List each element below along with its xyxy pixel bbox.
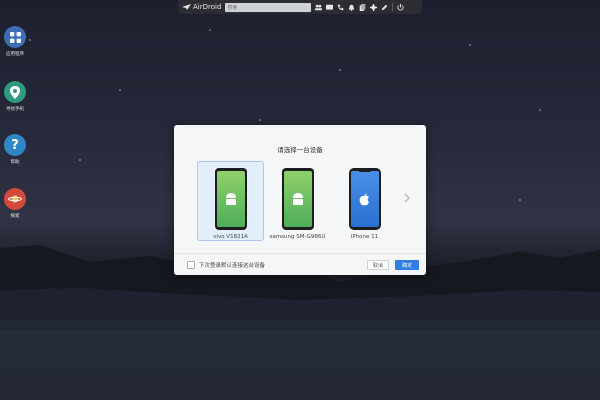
select-device-dialog: 请选择一台设备 vivo V1821A samsung SM-G986U iPh… xyxy=(174,125,426,275)
device-card-samsung[interactable]: samsung SM-G986U xyxy=(264,161,331,241)
chevron-right-icon[interactable] xyxy=(403,193,411,203)
desktop-item-label: 寻找手机 xyxy=(6,107,24,112)
desktop-item-help[interactable]: ? 帮助 xyxy=(4,134,26,165)
desktop-item-label: 帮助 xyxy=(10,160,20,165)
messages-icon[interactable] xyxy=(326,4,334,11)
desktop-item-apps[interactable]: 应用程序 xyxy=(4,26,26,57)
contacts-icon[interactable] xyxy=(315,4,323,11)
device-list: vivo V1821A samsung SM-G986U iPhone 11 xyxy=(197,161,398,241)
cancel-button[interactable]: 取消 xyxy=(367,260,389,270)
remember-label: 下次登录默认连接这台设备 xyxy=(199,263,266,269)
power-icon[interactable] xyxy=(397,3,404,11)
airdroid-logo: AirDroid xyxy=(182,3,221,11)
device-card-iphone[interactable]: iPhone 11 xyxy=(331,161,398,241)
question-icon: ? xyxy=(4,134,26,156)
notifications-icon[interactable] xyxy=(348,4,355,11)
remember-device-option[interactable]: 下次登录默认连接这台设备 xyxy=(187,261,265,269)
paper-plane-icon xyxy=(182,4,191,10)
desktop-item-label: 应用程序 xyxy=(6,52,24,57)
settings-icon[interactable] xyxy=(370,3,378,11)
android-icon xyxy=(225,193,236,205)
android-icon xyxy=(292,193,303,205)
search-input[interactable]: 搜索 xyxy=(225,2,312,12)
edit-icon[interactable] xyxy=(381,4,388,11)
grid-icon xyxy=(4,26,26,48)
desktop-item-explore[interactable]: 探索 xyxy=(4,188,26,219)
android-phone-image xyxy=(281,168,314,230)
app-name: AirDroid xyxy=(193,3,222,11)
apple-icon xyxy=(359,192,369,205)
remember-checkbox[interactable] xyxy=(187,261,195,269)
search-placeholder: 搜索 xyxy=(227,4,238,11)
phone-icon[interactable] xyxy=(337,4,344,11)
location-pin-icon xyxy=(4,81,26,103)
desktop-item-find-phone[interactable]: 寻找手机 xyxy=(4,81,26,112)
iphone-image xyxy=(348,168,381,230)
ok-button[interactable]: 确定 xyxy=(395,260,419,270)
toolbar-divider xyxy=(392,3,394,11)
dialog-divider xyxy=(174,253,426,254)
planet-icon xyxy=(4,188,26,210)
device-name: iPhone 11 xyxy=(350,234,379,240)
desktop-item-label: 探索 xyxy=(10,214,20,219)
android-phone-image xyxy=(214,168,247,230)
device-name: samsung SM-G986U xyxy=(269,234,326,240)
device-name: vivo V1821A xyxy=(213,234,248,240)
dialog-title: 请选择一台设备 xyxy=(277,146,323,154)
top-toolbar: AirDroid 搜索 xyxy=(178,0,422,14)
device-card-vivo[interactable]: vivo V1821A xyxy=(197,161,264,241)
files-icon[interactable] xyxy=(359,3,366,11)
